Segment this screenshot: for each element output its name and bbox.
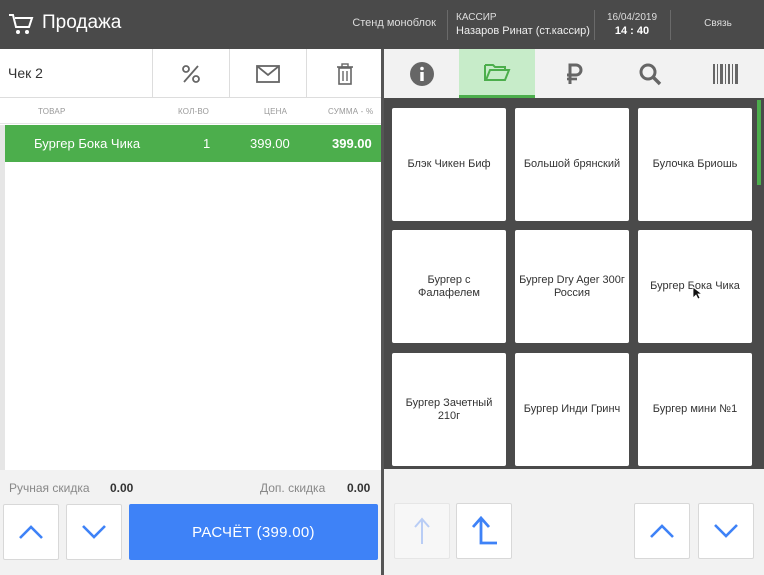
email-button[interactable] xyxy=(229,49,306,98)
tab-price[interactable] xyxy=(536,49,612,98)
product-tile[interactable]: Блэк Чикен Биф xyxy=(392,108,506,221)
discount-button[interactable] xyxy=(152,49,229,98)
parent-folder-button-disabled[interactable] xyxy=(394,503,450,559)
product-tile[interactable]: Булочка Бриошь xyxy=(638,108,752,221)
level-up-icon xyxy=(471,515,497,545)
grid-scroll-up-button[interactable] xyxy=(634,503,690,559)
column-qty: КОЛ-ВО xyxy=(178,107,210,116)
scroll-down-button[interactable] xyxy=(66,504,122,560)
grid-scrollbar[interactable] xyxy=(757,100,761,185)
product-tile[interactable]: Бургер Dry Ager 300г Россия xyxy=(515,230,629,343)
search-icon xyxy=(639,63,662,85)
row-qty: 1 xyxy=(203,136,211,151)
product-tile[interactable]: Бургер мини №1 xyxy=(638,353,752,466)
connection-link[interactable]: Связь xyxy=(696,18,740,29)
chevron-down-icon xyxy=(714,524,738,538)
catalog-actions xyxy=(384,469,764,575)
receipt-actions: РАСЧЁТ (399.00) xyxy=(0,498,383,575)
extra-discount-value: 0.00 xyxy=(347,481,371,495)
cart-icon xyxy=(9,14,34,34)
receipt-panel: Чек 2 ТОВАР КОЛ-ВО ЦЕНА СУММА - % Бургер… xyxy=(0,49,383,575)
scroll-up-button[interactable] xyxy=(3,504,59,560)
product-tile[interactable]: Большой брянский xyxy=(515,108,629,221)
row-item-name: Бургер Бока Чика xyxy=(34,136,141,151)
receipt-list-empty xyxy=(5,162,381,469)
manual-discount-value: 0.00 xyxy=(110,481,134,495)
column-price: ЦЕНА xyxy=(264,107,288,116)
cashier-label: КАССИР xyxy=(456,12,497,23)
time-display: 14 : 40 xyxy=(614,25,650,37)
stand-name: Стенд моноблок xyxy=(352,17,436,29)
delete-button[interactable] xyxy=(306,49,383,98)
barcode-icon xyxy=(713,63,738,84)
row-sum: 399.00 xyxy=(332,136,372,151)
header-divider xyxy=(670,10,671,40)
top-bar: Продажа Стенд моноблок КАССИР Назаров Ри… xyxy=(0,0,764,49)
header-divider xyxy=(447,10,448,40)
info-icon xyxy=(410,61,434,86)
receipt-column-headers: ТОВАР КОЛ-ВО ЦЕНА СУММА - % xyxy=(0,98,383,124)
cashier-name: Назаров Ринат (ст.кассир) xyxy=(456,25,590,37)
percent-icon xyxy=(182,64,200,83)
manual-discount-label: Ручная скидка xyxy=(9,481,90,495)
grid-scroll-down-button[interactable] xyxy=(698,503,754,559)
envelope-icon xyxy=(256,64,280,83)
folder-up-button[interactable] xyxy=(456,503,512,559)
ruble-icon xyxy=(567,63,583,84)
header-divider xyxy=(594,10,595,40)
mouse-cursor-icon xyxy=(692,286,702,300)
trash-icon xyxy=(337,62,353,85)
tab-barcode[interactable] xyxy=(688,49,764,98)
chevron-up-icon xyxy=(19,525,43,539)
receipt-title: Чек 2 xyxy=(8,65,43,81)
column-sum: СУММА - % xyxy=(328,107,374,116)
extra-discount-label: Доп. скидка xyxy=(260,481,326,495)
column-item: ТОВАР xyxy=(38,107,66,116)
page-title: Продажа xyxy=(42,12,122,33)
tab-search[interactable] xyxy=(612,49,688,98)
receipt-toolbar: Чек 2 xyxy=(0,49,383,98)
receipt-row[interactable]: Бургер Бока Чика 1 399.00 399.00 xyxy=(5,125,381,162)
tab-info[interactable] xyxy=(384,49,460,98)
date-display: 16/04/2019 xyxy=(606,12,658,23)
catalog-tabs xyxy=(384,49,764,98)
tab-catalog[interactable] xyxy=(459,49,535,98)
product-tile[interactable]: Бургер Зачетный 210г xyxy=(392,353,506,466)
product-tile[interactable]: Бургер Инди Гринч xyxy=(515,353,629,466)
chevron-down-icon xyxy=(82,525,106,539)
folder-open-icon xyxy=(484,64,511,81)
catalog-panel: Блэк Чикен Биф Большой брянский Булочка … xyxy=(384,49,764,575)
row-price: 399.00 xyxy=(250,136,290,151)
chevron-up-icon xyxy=(650,524,674,538)
product-grid: Блэк Чикен Биф Большой брянский Булочка … xyxy=(384,98,764,469)
arrow-up-icon xyxy=(414,517,430,544)
payment-button[interactable]: РАСЧЁТ (399.00) xyxy=(129,504,378,560)
product-tile[interactable]: Бургер с Фалафелем xyxy=(392,230,506,343)
